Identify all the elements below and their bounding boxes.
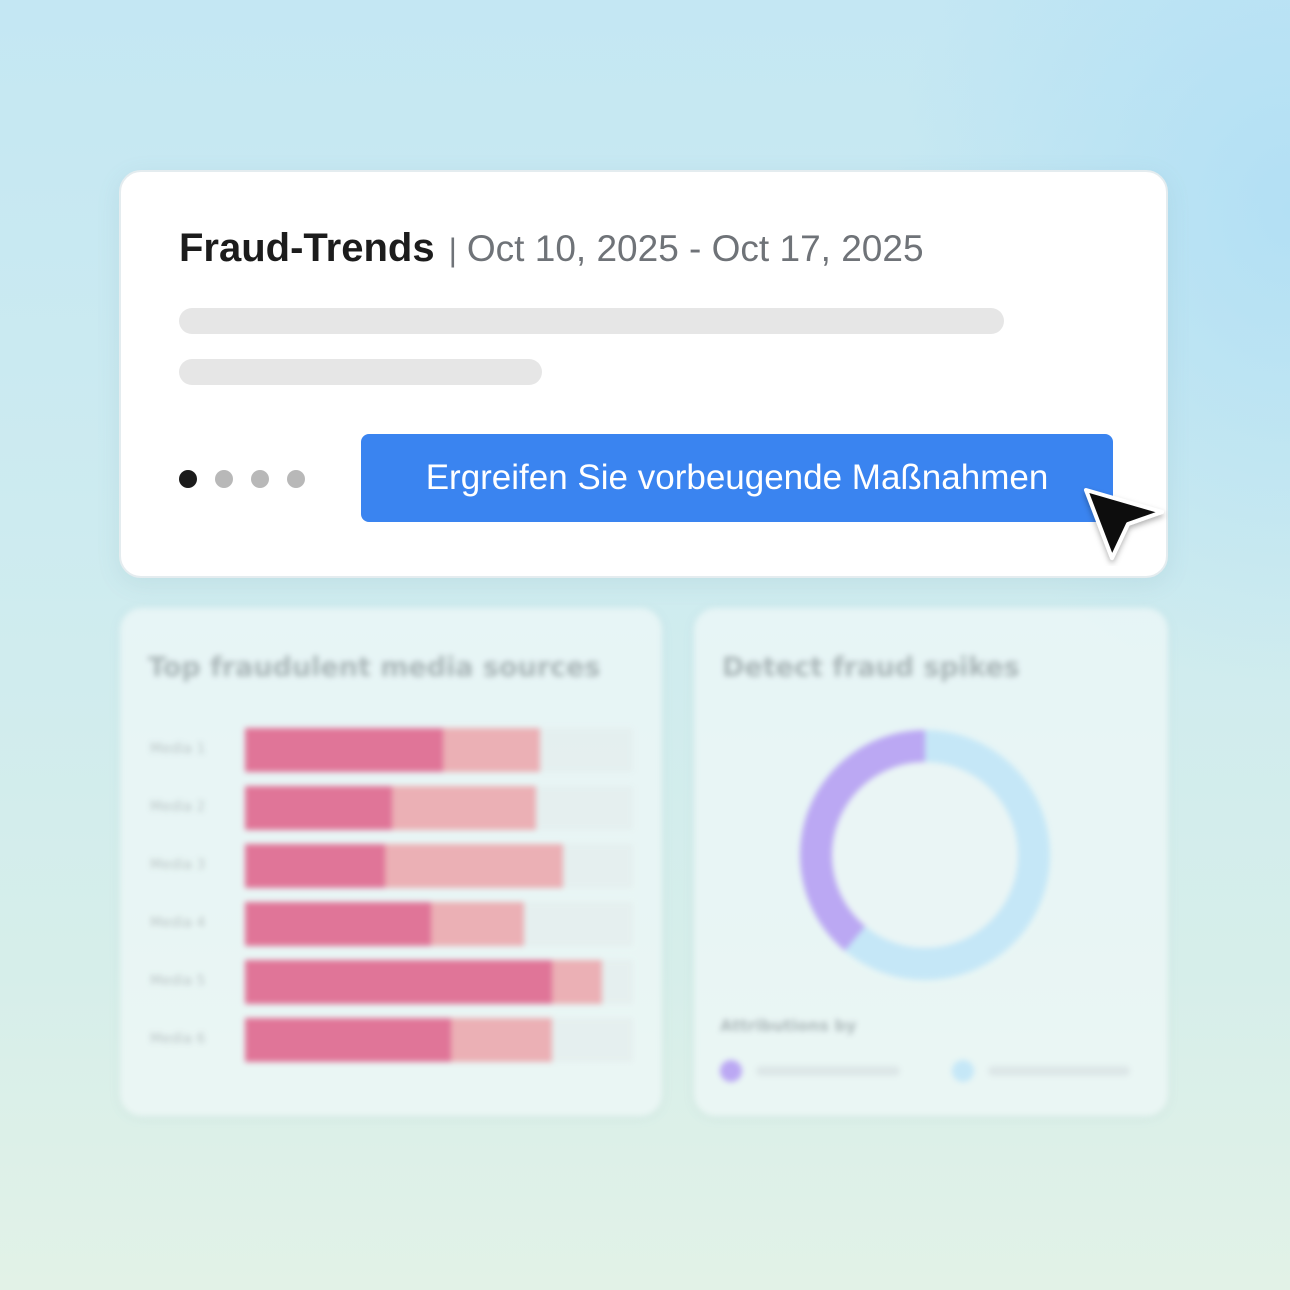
carousel-dot[interactable] bbox=[287, 470, 305, 488]
bar-label: Media 1 bbox=[150, 741, 206, 757]
bar-secondary bbox=[442, 728, 540, 772]
fraud-trends-card: Fraud-Trends | Oct 10, 2025 - Oct 17, 2025… bbox=[119, 170, 1168, 578]
bar-row: Media 1 bbox=[120, 728, 662, 772]
carousel-dot[interactable] bbox=[179, 470, 197, 488]
bar-label: Media 4 bbox=[150, 915, 206, 931]
donut-chart bbox=[800, 730, 1050, 980]
card-header: Fraud-Trends | Oct 10, 2025 - Oct 17, 2025 bbox=[179, 226, 924, 271]
top-fraudulent-media-sources-panel: Top fraudulent media sources Media 1 Medi… bbox=[120, 608, 662, 1116]
panel-title: Top fraudulent media sources bbox=[148, 652, 601, 683]
date-range: Oct 10, 2025 - Oct 17, 2025 bbox=[466, 228, 924, 269]
bar-primary bbox=[245, 844, 385, 888]
carousel-dot[interactable] bbox=[251, 470, 269, 488]
title-separator: | bbox=[448, 232, 457, 268]
bar-label: Media 6 bbox=[150, 1031, 206, 1047]
legend-dot-blue bbox=[952, 1060, 974, 1082]
bar-secondary bbox=[392, 786, 536, 830]
bar-primary bbox=[245, 728, 443, 772]
card-title: Fraud-Trends bbox=[179, 226, 435, 270]
bar-primary bbox=[245, 1018, 451, 1062]
bar-primary bbox=[245, 786, 393, 830]
bar-row: Media 6 bbox=[120, 1018, 662, 1062]
bar-secondary bbox=[431, 902, 525, 946]
detect-fraud-spikes-panel: Detect fraud spikes Attributions by bbox=[694, 608, 1168, 1116]
bar-row: Media 4 bbox=[120, 902, 662, 946]
skeleton-line bbox=[179, 359, 542, 385]
skeleton-line bbox=[179, 308, 1004, 334]
bar-row: Media 2 bbox=[120, 786, 662, 830]
bar-primary bbox=[245, 902, 432, 946]
bar-row: Media 5 bbox=[120, 960, 662, 1004]
panel-title: Detect fraud spikes bbox=[722, 652, 1020, 683]
legend-title: Attributions by bbox=[720, 1016, 857, 1035]
bar-secondary bbox=[384, 844, 564, 888]
bar-secondary bbox=[450, 1018, 552, 1062]
legend-placeholder bbox=[756, 1066, 900, 1076]
bar-primary bbox=[245, 960, 552, 1004]
bar-row: Media 3 bbox=[120, 844, 662, 888]
carousel-dot[interactable] bbox=[215, 470, 233, 488]
legend-dot-purple bbox=[720, 1060, 742, 1082]
mouse-pointer-icon bbox=[1084, 488, 1164, 560]
bar-secondary bbox=[551, 960, 602, 1004]
bar-label: Media 3 bbox=[150, 857, 206, 873]
take-preventive-action-button[interactable]: Ergreifen Sie vorbeugende Maßnahmen bbox=[361, 434, 1113, 522]
legend-placeholder bbox=[988, 1066, 1130, 1076]
bar-label: Media 5 bbox=[150, 973, 206, 989]
donut-hole bbox=[832, 762, 1018, 948]
bar-label: Media 2 bbox=[150, 799, 206, 815]
